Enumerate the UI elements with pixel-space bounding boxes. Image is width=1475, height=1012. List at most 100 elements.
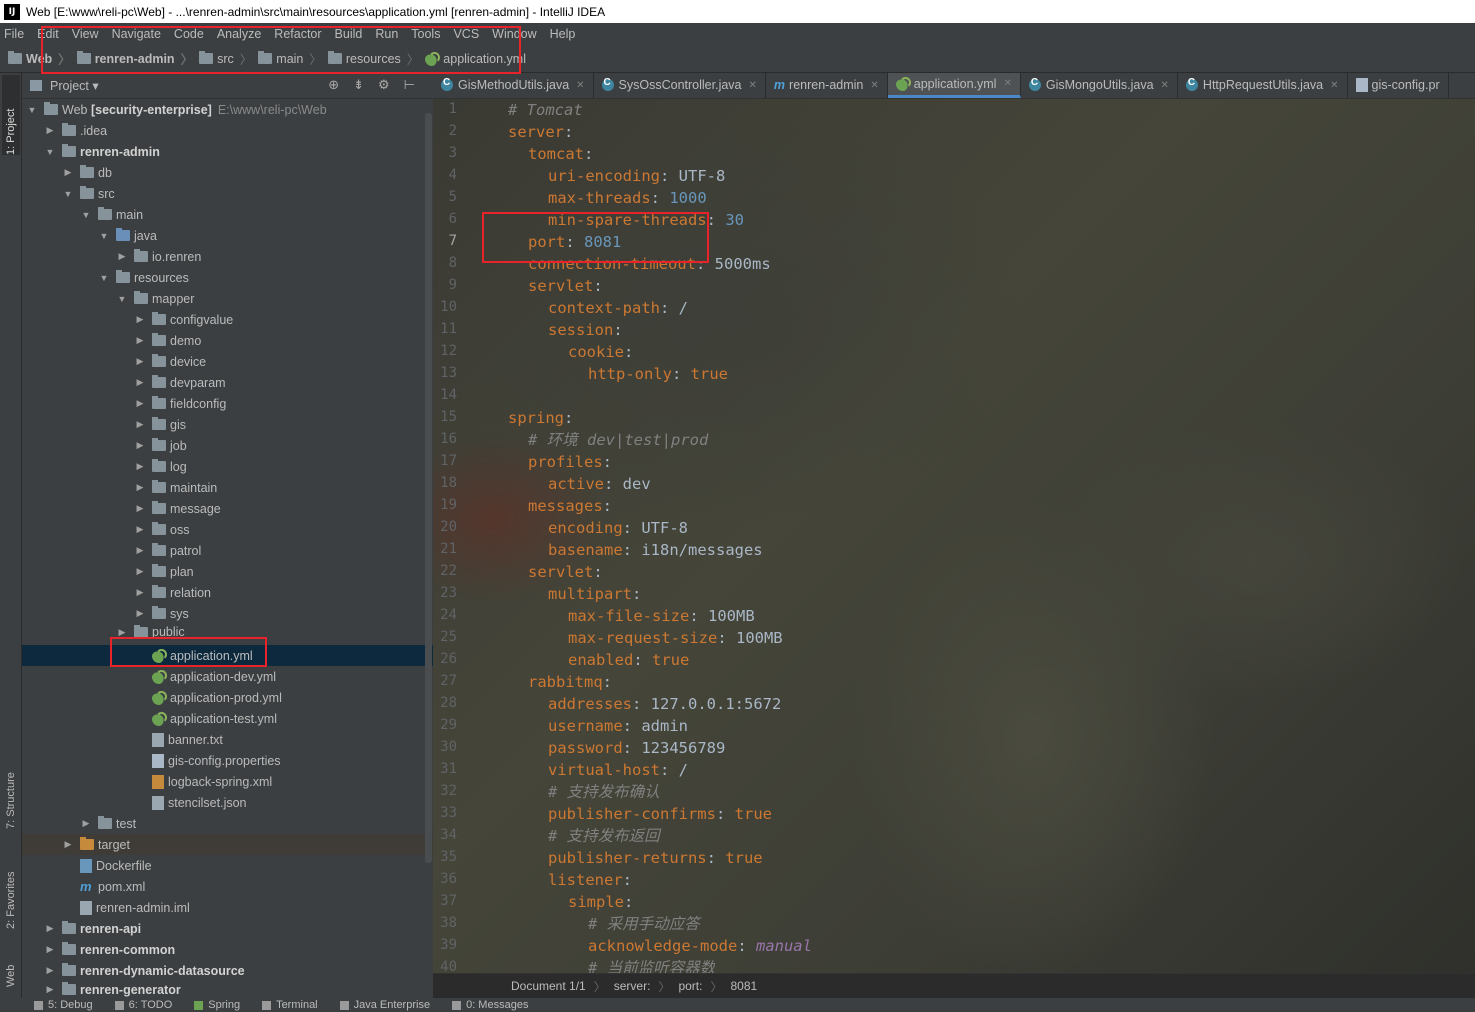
tree-item[interactable]: m pom.xml (22, 876, 433, 897)
expand-arrow-icon[interactable]: ▼ (80, 210, 92, 220)
expand-arrow-icon[interactable]: ▶ (44, 125, 56, 136)
gear-icon[interactable]: ⚙ (378, 78, 390, 93)
close-icon[interactable]: ✕ (1330, 80, 1338, 91)
tree-item[interactable]: ▶ maintain (22, 477, 433, 498)
yaml-path-value[interactable]: 8081 (730, 979, 757, 993)
tree-item[interactable]: ▼ mapper (22, 288, 433, 309)
expand-arrow-icon[interactable]: ▶ (134, 356, 146, 367)
tree-item[interactable]: ▶ configvalue (22, 309, 433, 330)
favorites-tool-tab[interactable]: 2: Favorites (2, 843, 20, 929)
expand-arrow-icon[interactable]: ▶ (62, 839, 74, 850)
expand-arrow-icon[interactable]: ▶ (134, 545, 146, 556)
menu-file[interactable]: File (4, 27, 24, 41)
expand-arrow-icon[interactable]: ▶ (134, 461, 146, 472)
scroll-from-source-icon[interactable]: ⊕ (328, 78, 339, 93)
tree-item[interactable]: ▼ resources (22, 267, 433, 288)
expand-arrow-icon[interactable]: ▶ (134, 440, 146, 451)
tree-item[interactable]: ▶ log (22, 456, 433, 477)
tree-item[interactable]: Dockerfile (22, 855, 433, 876)
tree-item[interactable]: ▶ renren-common (22, 939, 433, 960)
tab-gis-config[interactable]: gis-config.pr (1348, 73, 1449, 98)
expand-arrow-icon[interactable]: ▶ (116, 251, 128, 262)
close-icon[interactable]: ✕ (870, 80, 878, 91)
close-icon[interactable]: ✕ (576, 80, 584, 91)
tree-item[interactable]: application-prod.yml (22, 687, 433, 708)
tree-item[interactable]: ▶ db (22, 162, 433, 183)
menu-help[interactable]: Help (550, 27, 576, 41)
expand-arrow-icon[interactable]: ▶ (44, 984, 56, 995)
expand-arrow-icon[interactable]: ▶ (80, 818, 92, 829)
debug-tool-button[interactable]: 5: Debug (34, 999, 93, 1011)
messages-tool-button[interactable]: 0: Messages (452, 999, 528, 1011)
tree-item[interactable]: ▶ renren-generator (22, 981, 433, 998)
tree-item[interactable]: ▼ renren-admin (22, 141, 433, 162)
tree-item[interactable]: ▶ renren-dynamic-datasource (22, 960, 433, 981)
tree-item[interactable]: ▶ device (22, 351, 433, 372)
expand-arrow-icon[interactable]: ▶ (134, 314, 146, 325)
tree-item[interactable]: ▶ test (22, 813, 433, 834)
close-icon[interactable]: ✕ (1003, 78, 1011, 89)
close-icon[interactable]: ✕ (749, 80, 757, 91)
expand-arrow-icon[interactable]: ▶ (44, 923, 56, 934)
tree-item[interactable]: ▶ gis (22, 414, 433, 435)
web-tool-tab[interactable]: Web (2, 941, 20, 987)
tab-gismethodutils[interactable]: GisMethodUtils.java ✕ (433, 73, 594, 98)
tab-gismongoutils[interactable]: GisMongoUtils.java ✕ (1021, 73, 1178, 98)
expand-arrow-icon[interactable]: ▶ (44, 965, 56, 976)
tree-item[interactable]: gis-config.properties (22, 750, 433, 771)
tree-item-web-root[interactable]: ▼ Web [security-enterprise] E:\www\reli-pc… (22, 99, 433, 120)
tree-item[interactable]: ▶ renren-api (22, 918, 433, 939)
tree-item[interactable]: ▶ patrol (22, 540, 433, 561)
tree-item[interactable]: ▶ target (22, 834, 433, 855)
expand-arrow-icon[interactable]: ▶ (62, 167, 74, 178)
project-scrollbar[interactable] (425, 113, 432, 863)
tree-item[interactable]: ▶ plan (22, 561, 433, 582)
tree-item[interactable]: ▶ oss (22, 519, 433, 540)
expand-arrow-icon[interactable]: ▶ (134, 419, 146, 430)
collapse-all-icon[interactable]: ⇟ (353, 78, 364, 93)
project-tool-tab[interactable]: 1: Project (2, 75, 20, 155)
close-icon[interactable]: ✕ (1161, 80, 1169, 91)
expand-arrow-icon[interactable]: ▶ (44, 944, 56, 955)
tree-item[interactable]: ▼ java (22, 225, 433, 246)
expand-arrow-icon[interactable]: ▼ (116, 294, 128, 304)
expand-arrow-icon[interactable]: ▶ (134, 503, 146, 514)
tree-item[interactable]: ▶ .idea (22, 120, 433, 141)
tree-item[interactable]: ▶ devparam (22, 372, 433, 393)
expand-arrow-icon[interactable]: ▼ (62, 189, 74, 199)
tab-sysosscontroller[interactable]: SysOssController.java ✕ (594, 73, 766, 98)
tree-item[interactable]: ▶ sys (22, 603, 433, 624)
tree-item[interactable]: banner.txt (22, 729, 433, 750)
tree-item[interactable]: ▼ src (22, 183, 433, 204)
tab-httprequestutils[interactable]: HttpRequestUtils.java ✕ (1178, 73, 1348, 98)
tree-item[interactable]: ▶ message (22, 498, 433, 519)
tree-item[interactable]: application-dev.yml (22, 666, 433, 687)
expand-arrow-icon[interactable]: ▶ (134, 587, 146, 598)
expand-arrow-icon[interactable]: ▶ (134, 482, 146, 493)
hide-icon[interactable]: ⊢ (404, 78, 415, 93)
expand-arrow-icon[interactable]: ▶ (116, 627, 128, 638)
expand-arrow-icon[interactable]: ▶ (134, 335, 146, 346)
yaml-path-port[interactable]: port: (678, 979, 702, 993)
structure-tool-tab[interactable]: 7: Structure (2, 743, 20, 829)
tree-item[interactable]: logback-spring.xml (22, 771, 433, 792)
expand-arrow-icon[interactable]: ▼ (98, 231, 110, 241)
terminal-tool-button[interactable]: Terminal (262, 999, 318, 1011)
tab-renren-admin-pom[interactable]: m renren-admin ✕ (766, 73, 888, 98)
java-enterprise-tool-button[interactable]: Java Enterprise (339, 999, 430, 1011)
expand-arrow-icon[interactable]: ▼ (44, 147, 56, 157)
expand-arrow-icon[interactable]: ▶ (134, 377, 146, 388)
tree-item[interactable]: ▶ demo (22, 330, 433, 351)
spring-tool-button[interactable]: Spring (194, 999, 240, 1011)
document-indicator[interactable]: Document 1/1 (511, 979, 586, 993)
tree-item[interactable]: ▶ job (22, 435, 433, 456)
tree-item[interactable]: renren-admin.iml (22, 897, 433, 918)
tree-item[interactable]: stencilset.json (22, 792, 433, 813)
tree-item[interactable]: ▶ relation (22, 582, 433, 603)
expand-arrow-icon[interactable]: ▼ (98, 273, 110, 283)
expand-arrow-icon[interactable]: ▶ (134, 398, 146, 409)
expand-arrow-icon[interactable]: ▶ (134, 566, 146, 577)
yaml-path-server[interactable]: server: (614, 979, 651, 993)
tree-item[interactable]: ▼ main (22, 204, 433, 225)
tree-item[interactable]: application-test.yml (22, 708, 433, 729)
